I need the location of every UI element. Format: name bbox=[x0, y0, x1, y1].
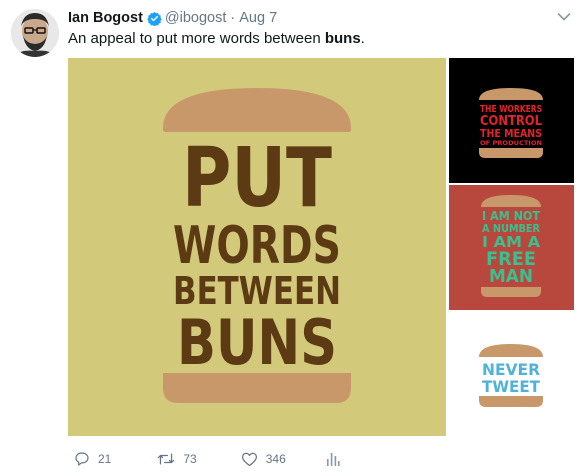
retweet-icon bbox=[158, 453, 175, 465]
tweet-actions: 21 73 346 bbox=[74, 451, 372, 467]
thumb-2-line-5: MAN bbox=[489, 266, 533, 287]
thumb-1-line-3: THE MEANS bbox=[480, 127, 542, 140]
tweet-text-prefix: An appeal to put more words between bbox=[68, 30, 325, 47]
like-icon bbox=[241, 452, 257, 467]
tweet-text-bold: buns bbox=[324, 30, 361, 47]
like-button[interactable]: 346 bbox=[241, 451, 286, 467]
retweet-count: 73 bbox=[183, 452, 197, 466]
user-handle[interactable]: @ibogost bbox=[165, 10, 226, 26]
retweet-button[interactable]: 73 bbox=[157, 451, 197, 467]
tweet-header: Ian Bogost @ibogost · Aug 7 bbox=[68, 10, 277, 26]
reply-icon bbox=[75, 452, 89, 466]
analytics-icon bbox=[326, 453, 340, 466]
media-image-thumb-3[interactable]: NEVER TWEET bbox=[449, 312, 574, 437]
avatar[interactable] bbox=[11, 9, 59, 57]
media-image-main[interactable]: PUT WORDS BETWEEN BUNS bbox=[68, 58, 446, 436]
verified-badge-icon bbox=[147, 11, 162, 26]
main-image-graphic: PUT WORDS BETWEEN BUNS bbox=[68, 58, 446, 436]
like-count: 346 bbox=[265, 452, 286, 466]
avatar-image bbox=[11, 9, 59, 57]
main-line-2: WORDS bbox=[173, 216, 341, 276]
tweet-text: An appeal to put more words between buns… bbox=[68, 30, 365, 47]
reply-count: 21 bbox=[98, 452, 112, 466]
separator-dot: · bbox=[230, 10, 236, 26]
thumb-3-line-2: TWEET bbox=[482, 377, 540, 396]
media-image-thumb-2[interactable]: I AM NOT A NUMBER I AM A FREE MAN bbox=[449, 185, 574, 310]
thumb-1-line-4: OF PRODUCTION bbox=[480, 140, 542, 147]
analytics-button[interactable] bbox=[326, 451, 348, 467]
thumb-1-graphic: THE WORKERS CONTROL THE MEANS OF PRODUCT… bbox=[449, 58, 574, 183]
display-name[interactable]: Ian Bogost bbox=[68, 10, 143, 26]
chevron-down-icon[interactable] bbox=[557, 12, 571, 22]
main-line-4: BUNS bbox=[177, 306, 337, 379]
reply-button[interactable]: 21 bbox=[74, 451, 111, 467]
media-image-thumb-1[interactable]: THE WORKERS CONTROL THE MEANS OF PRODUCT… bbox=[449, 58, 574, 183]
thumb-2-graphic: I AM NOT A NUMBER I AM A FREE MAN bbox=[449, 185, 574, 310]
thumb-2-line-1: I AM NOT bbox=[482, 209, 541, 223]
tweet-date[interactable]: Aug 7 bbox=[239, 10, 277, 26]
tweet-text-suffix: . bbox=[360, 30, 365, 47]
thumb-3-graphic: NEVER TWEET bbox=[449, 312, 574, 437]
main-line-1: PUT bbox=[182, 131, 332, 226]
